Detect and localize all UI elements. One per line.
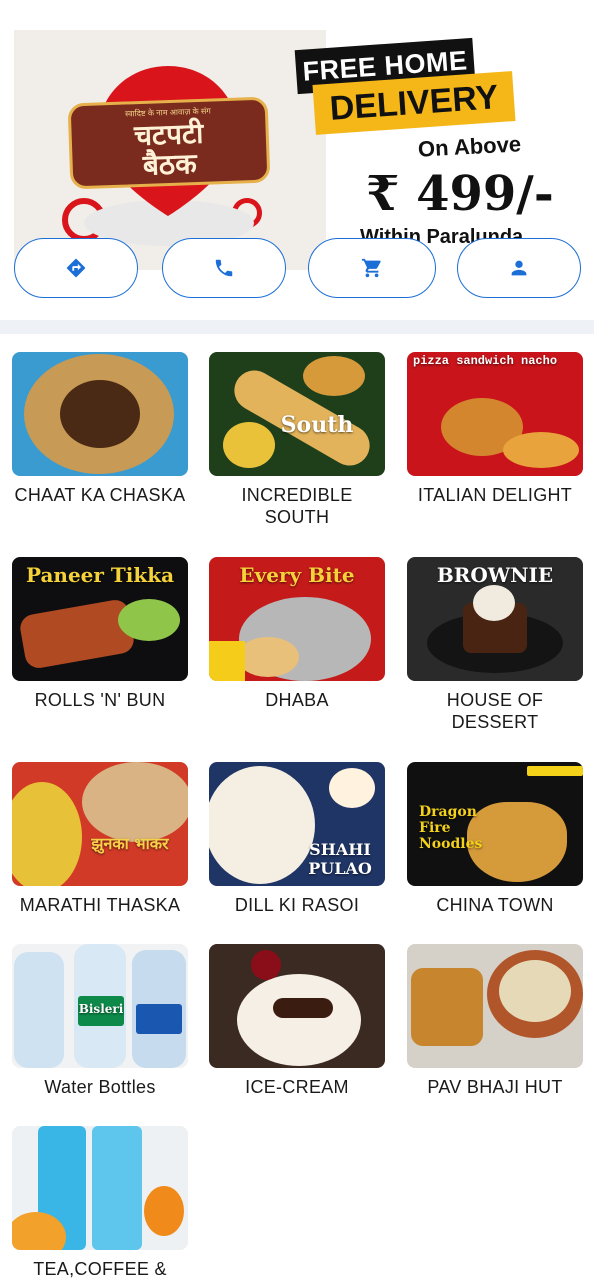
category-overlay-text: Dragon Fire Noodles [419, 804, 483, 852]
directions-button[interactable] [14, 238, 138, 298]
category-image: SHAHI PULAO [209, 762, 385, 886]
restaurant-logo: स्वादिष्ट के नाम आवाज़ के संग चटपटी बैठक [67, 96, 271, 190]
category-card-south[interactable]: South INCREDIBLE SOUTH [209, 352, 385, 528]
category-label: CHAAT KA CHASKA [14, 485, 186, 505]
category-image [12, 1126, 188, 1250]
profile-button[interactable] [457, 238, 581, 298]
category-card-italian[interactable]: pizza sandwich nacho ITALIAN DELIGHT [407, 352, 583, 506]
category-overlay-text: SHAHI PULAO [308, 840, 372, 878]
category-label: PAV BHAJI HUT [427, 1077, 563, 1097]
person-icon [511, 260, 527, 276]
category-card-chaat[interactable]: CHAAT KA CHASKA [12, 352, 188, 506]
category-image: झुनका भाकर [12, 762, 188, 886]
action-bar [0, 238, 594, 300]
category-image: Paneer Tikka [12, 557, 188, 681]
call-button[interactable] [162, 238, 286, 298]
category-label: DILL KI RASOI [234, 895, 360, 915]
category-overlay-text: Paneer Tikka [25, 563, 175, 587]
category-card-ice-cream[interactable]: ICE-CREAM [209, 944, 385, 1098]
cart-icon [361, 258, 381, 278]
category-label: ICE-CREAM [245, 1077, 349, 1097]
category-card-water[interactable]: Bisleri Water Bottles [12, 944, 188, 1098]
cart-button[interactable] [308, 238, 436, 298]
category-card-marathi[interactable]: झुनका भाकर MARATHI THASKA [12, 762, 188, 916]
category-image [12, 352, 188, 476]
category-card-dhaba[interactable]: Every Bite DHABA [209, 557, 385, 711]
category-image: Every Bite [209, 557, 385, 681]
category-image: BROWNIE [407, 557, 583, 681]
category-overlay-text: झुनका भाकर [91, 834, 169, 853]
category-card-dill-ki-rasoi[interactable]: SHAHI PULAO DILL KI RASOI [209, 762, 385, 916]
promo-banner: स्वादिष्ट के नाम आवाज़ के संग चटपटी बैठक… [14, 30, 580, 270]
category-label: INCREDIBLE SOUTH [241, 485, 353, 527]
category-image [209, 944, 385, 1068]
category-label: DHABA [265, 690, 329, 710]
logo-name-line2: बैठक [142, 146, 198, 182]
directions-icon [66, 258, 86, 278]
category-label: CHINA TOWN [436, 895, 554, 915]
category-image: Dragon Fire Noodles [407, 762, 583, 886]
category-image [407, 944, 583, 1068]
category-label: Water Bottles [44, 1077, 156, 1097]
category-label: ROLLS 'N' BUN [34, 690, 166, 710]
promo-on-above: On Above [417, 131, 522, 162]
phone-icon [215, 259, 233, 277]
category-overlay-text: Bisleri [78, 1002, 124, 1016]
category-label: ITALIAN DELIGHT [417, 485, 573, 505]
category-image: Bisleri [12, 944, 188, 1068]
category-card-dessert[interactable]: BROWNIE HOUSE OF DESSERT [407, 557, 583, 733]
category-image: South [209, 352, 385, 476]
logo-name-line1: चटपटी [133, 116, 204, 152]
category-overlay-text: pizza sandwich nacho [413, 354, 558, 368]
category-label: TEA,COFFEE & [33, 1259, 167, 1279]
category-card-china-town[interactable]: Dragon Fire Noodles CHINA TOWN [407, 762, 583, 916]
category-overlay-text: BROWNIE [436, 563, 554, 587]
category-card-pav-bhaji[interactable]: PAV BHAJI HUT [407, 944, 583, 1098]
category-label: MARATHI THASKA [19, 895, 181, 915]
category-image: pizza sandwich nacho [407, 352, 583, 476]
promo-price: ₹ 499/- [366, 166, 554, 222]
section-divider [0, 320, 594, 334]
category-card-rolls[interactable]: Paneer Tikka ROLLS 'N' BUN [12, 557, 188, 711]
category-overlay-text: Every Bite [239, 563, 355, 587]
category-card-tea-coffee[interactable]: TEA,COFFEE & [12, 1126, 188, 1280]
category-overlay-text: South [280, 412, 354, 438]
category-label: HOUSE OF DESSERT [446, 690, 544, 732]
